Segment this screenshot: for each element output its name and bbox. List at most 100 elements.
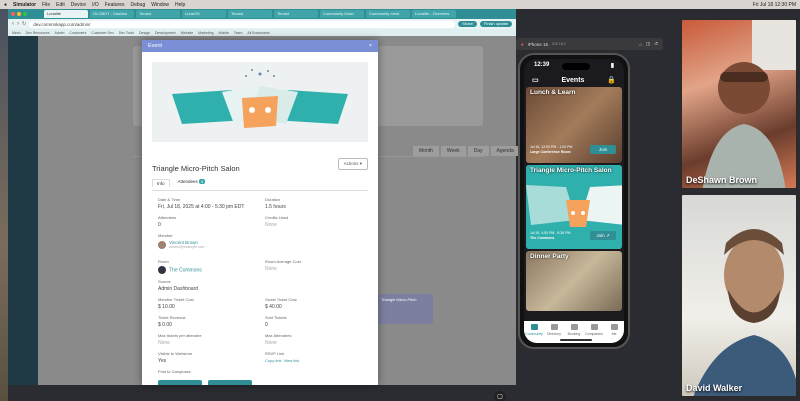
field-label: Date & Time bbox=[158, 197, 181, 202]
menu-file[interactable]: File bbox=[42, 2, 50, 8]
rsvp-links: Copy link View link bbox=[265, 358, 360, 363]
bookmark-item[interactable]: Development bbox=[155, 31, 176, 35]
field-label: Room Average Cost bbox=[265, 259, 301, 264]
campus-button[interactable] bbox=[208, 380, 252, 385]
tab-info[interactable]: Info bbox=[152, 179, 170, 187]
campus-button[interactable] bbox=[158, 380, 202, 385]
menu-features[interactable]: Features bbox=[105, 2, 125, 8]
browser-tab[interactable]: LunaOS bbox=[182, 10, 226, 18]
menu-window[interactable]: Window bbox=[151, 2, 169, 8]
share-button[interactable]: Share bbox=[458, 21, 477, 27]
bookmarks-bar: Mesh Dev Resources Admin Customers Custo… bbox=[8, 29, 516, 36]
copy-link-button[interactable]: Copy link bbox=[265, 358, 281, 363]
bookmark-item[interactable]: Customers bbox=[69, 31, 86, 35]
close-icon[interactable]: × bbox=[369, 43, 372, 49]
tab-attendees[interactable]: Attendees 0 bbox=[178, 179, 206, 187]
video-tile[interactable]: David Walker bbox=[680, 193, 798, 398]
calendar-event[interactable]: Triangle Micro-Pitch bbox=[378, 294, 433, 324]
browser-tab[interactable]: GLOBOT - Dashbo bbox=[90, 10, 134, 18]
room-link[interactable]: The Commons bbox=[158, 266, 253, 274]
view-link-button[interactable]: View link bbox=[284, 358, 300, 363]
browser-tab[interactable]: Tenant bbox=[228, 10, 272, 18]
browser-tab[interactable]: Tenant bbox=[274, 10, 318, 18]
menu-device[interactable]: Device bbox=[71, 2, 86, 8]
field-label: Member Ticket Cost bbox=[158, 297, 194, 302]
field-value: $ 40.00 bbox=[265, 304, 282, 310]
bookmark-item[interactable]: Mesh bbox=[12, 31, 21, 35]
menu-edit[interactable]: Edit bbox=[56, 2, 65, 8]
bookmark-item[interactable]: Website bbox=[181, 31, 194, 35]
tab-me[interactable]: Me bbox=[605, 324, 623, 336]
room-name[interactable]: The Commons bbox=[169, 267, 202, 273]
zoom-window-icon[interactable] bbox=[23, 12, 27, 16]
browser-tab[interactable]: Community Dash bbox=[320, 10, 364, 18]
event-card[interactable]: Dinner Party bbox=[526, 251, 622, 311]
join-button[interactable]: Join bbox=[590, 145, 616, 154]
person-icon bbox=[610, 324, 618, 330]
field-label: Member bbox=[158, 233, 173, 238]
modal-header-title: Event bbox=[148, 43, 163, 49]
menubar-app[interactable]: Simulator bbox=[13, 2, 36, 8]
window-controls bbox=[11, 12, 27, 16]
bookmark-item[interactable]: Mobile bbox=[219, 31, 229, 35]
menu-debug[interactable]: Debug bbox=[130, 2, 145, 8]
browser-tabbar: Lunalite GLOBOT - Dashbo Tenant LunaOS T… bbox=[8, 9, 516, 19]
reload-icon[interactable]: ↻ bbox=[22, 21, 26, 27]
tab-booking[interactable]: Booking bbox=[565, 324, 583, 336]
browser-tab[interactable]: Community ment bbox=[366, 10, 410, 18]
bookmark-item[interactable]: Dev Resources bbox=[26, 31, 50, 35]
field-source: Source Admin Dashboard bbox=[158, 279, 253, 292]
bookmark-item[interactable]: All Bookmarks bbox=[247, 31, 269, 35]
home-icon[interactable]: ⌂ bbox=[639, 42, 642, 47]
rotate-icon[interactable]: ↺ bbox=[654, 41, 658, 47]
actions-dropdown[interactable]: Actions ▾ bbox=[337, 158, 368, 170]
event-card-meta: Jul 18, 12:00 PM - 1:00 PM Large Confere… bbox=[530, 145, 572, 155]
simulator-titlebar: ● iPhone 15 iOS 18.0 ⌂ ◫ ↺ bbox=[516, 38, 663, 50]
forward-icon[interactable]: › bbox=[17, 21, 19, 27]
close-window-icon[interactable]: ● bbox=[521, 42, 524, 47]
minimize-window-icon[interactable] bbox=[17, 12, 21, 16]
bookmark-item[interactable]: Design bbox=[139, 31, 150, 35]
close-window-icon[interactable] bbox=[11, 12, 15, 16]
menu-help[interactable]: Help bbox=[175, 2, 185, 8]
event-modal: Event × Triangle Micro-Pitch Salon Actio bbox=[142, 40, 378, 385]
bookmark-item[interactable]: Admin bbox=[55, 31, 65, 35]
view-tab-day[interactable]: Day bbox=[467, 146, 489, 156]
finish-update-button[interactable]: Finish update bbox=[479, 21, 512, 27]
view-tab-week[interactable]: Week bbox=[440, 146, 466, 156]
bookmark-item[interactable]: Team bbox=[234, 31, 243, 35]
view-tab-agenda[interactable]: Agenda bbox=[490, 146, 520, 156]
tab-community[interactable]: Community bbox=[525, 324, 543, 336]
field-sold: Sold Tickets 0 bbox=[265, 315, 360, 328]
bookmark-item[interactable]: Customer Dev bbox=[91, 31, 113, 35]
directory-icon bbox=[550, 324, 558, 330]
menubar-clock[interactable]: Fri Jul 18 12:30 PM bbox=[753, 2, 796, 8]
video-tile[interactable]: DeShawn Brown bbox=[680, 18, 798, 190]
view-tab-month[interactable]: Month bbox=[413, 146, 439, 156]
lock-icon[interactable]: 🔒 bbox=[607, 76, 616, 84]
back-icon[interactable]: ‹ bbox=[12, 21, 14, 27]
bookmark-item[interactable]: Dev Tools bbox=[119, 31, 134, 35]
browser-tab[interactable]: Lunalite bbox=[44, 10, 88, 18]
address-bar[interactable]: dev.commnkapp.com/admin/ bbox=[29, 20, 456, 28]
browser-tab[interactable]: Lunalite - Overview bbox=[412, 10, 456, 18]
event-card[interactable]: Lunch & Learn Jul 18, 12:00 PM - 1:00 PM… bbox=[526, 87, 622, 163]
browser-tab[interactable]: Tenant bbox=[136, 10, 180, 18]
screenshot-icon[interactable]: ◫ bbox=[646, 41, 650, 47]
field-date: Date & Time Fri, Jul 18, 2025 at 4:00 - … bbox=[158, 197, 253, 210]
event-card[interactable]: Triangle Micro-Pitch Salon Jul 18, 4:00 … bbox=[526, 165, 622, 249]
phone-screen: 12:39 ▮ ▭ Events 🔒 Lunch & Learn Jul 18,… bbox=[524, 59, 624, 343]
event-hero-image bbox=[152, 62, 368, 142]
apple-icon[interactable]: ● bbox=[4, 2, 7, 8]
home-indicator[interactable] bbox=[560, 339, 592, 341]
tab-label: Companies bbox=[585, 332, 603, 336]
calendar-toggle-icon[interactable]: ▭ bbox=[532, 76, 539, 84]
join-button[interactable]: Join ↗ bbox=[590, 231, 616, 240]
tab-directory[interactable]: Directory bbox=[545, 324, 563, 336]
tab-label: Me bbox=[611, 332, 617, 336]
member-row[interactable]: Vincent Brown vincent@example.com bbox=[158, 240, 253, 249]
bookmark-item[interactable]: Marketing bbox=[198, 31, 213, 35]
tab-companies[interactable]: Companies bbox=[585, 324, 603, 336]
chat-help-button[interactable]: ▢ bbox=[494, 391, 506, 401]
menu-io[interactable]: I/O bbox=[92, 2, 99, 8]
